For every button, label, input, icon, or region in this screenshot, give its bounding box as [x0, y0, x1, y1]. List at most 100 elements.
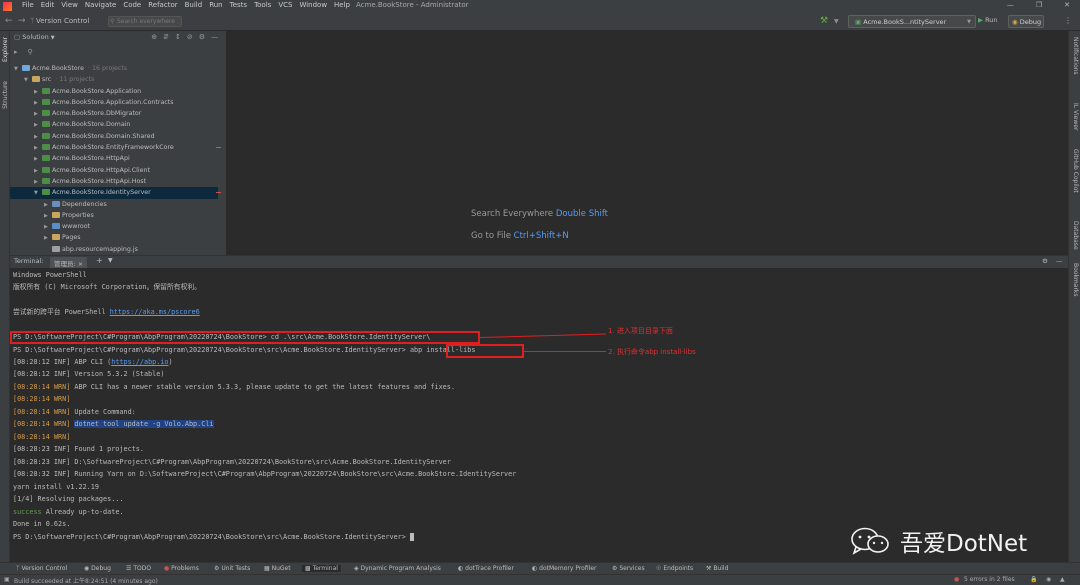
back-arrow-icon[interactable]: ←: [5, 16, 13, 26]
tree-item[interactable]: ▶ Pages: [10, 232, 218, 243]
tool-terminal[interactable]: ▩ Terminal: [302, 565, 341, 572]
tree-item[interactable]: ▶ Acme.BookStore.Domain: [10, 119, 218, 130]
tree-item[interactable]: ▼ Acme.BookStore.IdentityServer: [10, 187, 221, 199]
bookmarks-stripe-button[interactable]: Bookmarks: [1072, 263, 1079, 297]
terminal-link[interactable]: https://aka.ms/pscore6: [110, 308, 200, 316]
tree-item[interactable]: ▶ Acme.BookStore.DbMigrator: [10, 108, 218, 119]
tree-item-label: Acme.BookStore.EntityFrameworkCore: [52, 144, 174, 152]
tree-item[interactable]: ▼ src · 11 projects: [10, 74, 218, 85]
tree-item[interactable]: ▶ Acme.BookStore.HttpApi: [10, 153, 218, 164]
tree-item[interactable]: ▶ Acme.BookStore.Application.Contracts: [10, 97, 218, 108]
menu-navigate[interactable]: Navigate: [85, 1, 116, 9]
tool-endpoints[interactable]: ☉ Endpoints: [656, 565, 693, 572]
tree-item[interactable]: ▶ Acme.BookStore.Domain.Shared: [10, 131, 218, 142]
github-copilot-stripe-button[interactable]: GitHub Copilot: [1072, 149, 1079, 193]
chevron-down-icon[interactable]: ▼: [834, 18, 839, 25]
tool-dotmemory-profiler[interactable]: ◐ dotMemory Profiler: [532, 565, 596, 572]
terminal-link[interactable]: https://abp.io: [111, 358, 168, 366]
tool-unit-tests[interactable]: ⚙ Unit Tests: [214, 565, 250, 572]
minimize-panel-icon[interactable]: —: [211, 33, 218, 41]
database-stripe-button[interactable]: Database: [1072, 221, 1079, 250]
explorer-title: Solution: [22, 33, 49, 41]
terminal-text: Running Yarn on D:\SoftwareProject\C#Pro…: [74, 470, 517, 478]
collapse-all-icon[interactable]: ⇵: [163, 33, 169, 41]
new-session-icon[interactable]: +: [96, 256, 103, 265]
inspection-icon[interactable]: ◉: [1046, 576, 1051, 583]
tree-item[interactable]: ▶ Acme.BookStore.HttpApi.Host: [10, 176, 218, 187]
tree-item[interactable]: abp.resourcemapping.js: [10, 244, 218, 255]
expand-all-icon[interactable]: ↕: [175, 33, 181, 41]
minimize-icon[interactable]: —: [1007, 1, 1014, 9]
terminal-text: Found 1 projects.: [74, 445, 144, 453]
il-viewer-stripe-button[interactable]: IL Viewer: [1072, 103, 1079, 130]
run-button[interactable]: ▶ Run: [978, 16, 998, 24]
menu-vcs[interactable]: VCS: [278, 1, 292, 9]
version-control-button[interactable]: Version Control: [36, 17, 89, 25]
menu-help[interactable]: Help: [334, 1, 350, 9]
notification-icon[interactable]: ▲: [1060, 576, 1065, 583]
pin-icon[interactable]: ▸: [14, 48, 18, 56]
menu-edit[interactable]: Edit: [41, 1, 55, 9]
status-message[interactable]: Build succeeded at 上午8:24:51 (4 minutes …: [14, 576, 158, 585]
tool-build[interactable]: ⚒ Build: [706, 565, 728, 572]
more-actions-icon[interactable]: ⋮: [1064, 16, 1072, 25]
tree-item[interactable]: ▶ wwwroot: [10, 221, 218, 232]
notifications-stripe-button[interactable]: Notifications: [1072, 37, 1079, 75]
run-configuration-select[interactable]: ▣ Acme.BookS...ntityServer ▼: [848, 15, 976, 28]
tool-todo[interactable]: ☰ TODO: [126, 565, 151, 572]
search-placeholder: Search everywhere: [117, 18, 175, 25]
terminal-output[interactable]: Windows PowerShell 版权所有 (C) Microsoft Co…: [10, 268, 1068, 562]
tool-nuget[interactable]: ▦ NuGet: [264, 565, 291, 572]
tool-label: TODO: [133, 565, 152, 572]
tree-item[interactable]: ▶ Acme.BookStore.HttpApi.Client: [10, 165, 218, 176]
status-errors[interactable]: 5 errors in 2 files: [964, 576, 1015, 583]
tree-item[interactable]: ▶ Properties: [10, 210, 218, 221]
menu-build[interactable]: Build: [185, 1, 203, 9]
build-hammer-icon[interactable]: ⚒: [820, 16, 828, 26]
tool-version-control[interactable]: ᛉ Version Control: [16, 565, 67, 572]
tool-window-bar: ᛉ Version Control ◉ Debug ☰ TODO ● Probl…: [0, 562, 1080, 574]
tool-problems[interactable]: ● Problems: [164, 565, 199, 572]
menu-window[interactable]: Window: [299, 1, 327, 9]
debug-button[interactable]: ◉ Debug: [1008, 15, 1044, 28]
status-panel-icon[interactable]: ▣: [4, 576, 10, 583]
menu-refactor[interactable]: Refactor: [148, 1, 177, 9]
explorer-header[interactable]: ▢ Solution ▼: [14, 33, 55, 45]
tool-debug[interactable]: ◉ Debug: [84, 565, 111, 572]
structure-stripe-button[interactable]: Structure: [2, 81, 9, 109]
explorer-stripe-button[interactable]: Explorer: [2, 37, 9, 62]
close-icon[interactable]: ×: [78, 260, 83, 268]
tree-item[interactable]: ▼ Acme.BookStore · 16 projects: [10, 63, 218, 74]
debug-bug-icon: ◉: [1012, 18, 1018, 26]
tool-services[interactable]: ⚙ Services: [612, 565, 645, 572]
gear-icon[interactable]: ⚙: [199, 33, 205, 41]
gear-icon[interactable]: ⚙: [1042, 257, 1048, 265]
menu-run[interactable]: Run: [209, 1, 222, 9]
search-icon: ⚲: [110, 18, 115, 25]
log-timestamp: [08:28:14 WRN]: [13, 395, 71, 403]
annotation-arrow-1: [479, 333, 606, 338]
menu-view[interactable]: View: [61, 1, 78, 9]
menu-code[interactable]: Code: [123, 1, 141, 9]
tree-item[interactable]: ▶ Acme.BookStore.EntityFrameworkCore: [10, 142, 221, 153]
menu-tests[interactable]: Tests: [230, 1, 247, 9]
maximize-icon[interactable]: ❐: [1036, 1, 1042, 9]
dotmemory-icon: ◐: [532, 565, 538, 572]
search-everywhere-box[interactable]: ⚲ Search everywhere: [108, 16, 182, 27]
tool-dottrace-profiler[interactable]: ◐ dotTrace Profiler: [458, 565, 514, 572]
wechat-logo-icon: [850, 526, 892, 556]
lock-icon[interactable]: 🔒: [1030, 576, 1037, 583]
chevron-down-icon[interactable]: ▼: [108, 257, 113, 264]
minimize-panel-icon[interactable]: —: [1056, 257, 1063, 265]
close-panel-icon[interactable]: ⊘: [187, 33, 193, 41]
vcs-branch-icon: ᛉ: [16, 565, 20, 572]
menu-tools[interactable]: Tools: [254, 1, 271, 9]
search-icon[interactable]: ⚲: [28, 48, 33, 56]
tree-item[interactable]: ▶ Dependencies: [10, 199, 218, 210]
close-icon[interactable]: ✕: [1064, 1, 1070, 9]
menu-file[interactable]: File: [22, 1, 34, 9]
tree-item[interactable]: ▶ Acme.BookStore.Application: [10, 86, 218, 97]
locate-icon[interactable]: ⊕: [151, 33, 157, 41]
tool-dynamic-program-analysis[interactable]: ◈ Dynamic Program Analysis: [354, 565, 441, 572]
forward-arrow-icon[interactable]: →: [18, 16, 26, 26]
